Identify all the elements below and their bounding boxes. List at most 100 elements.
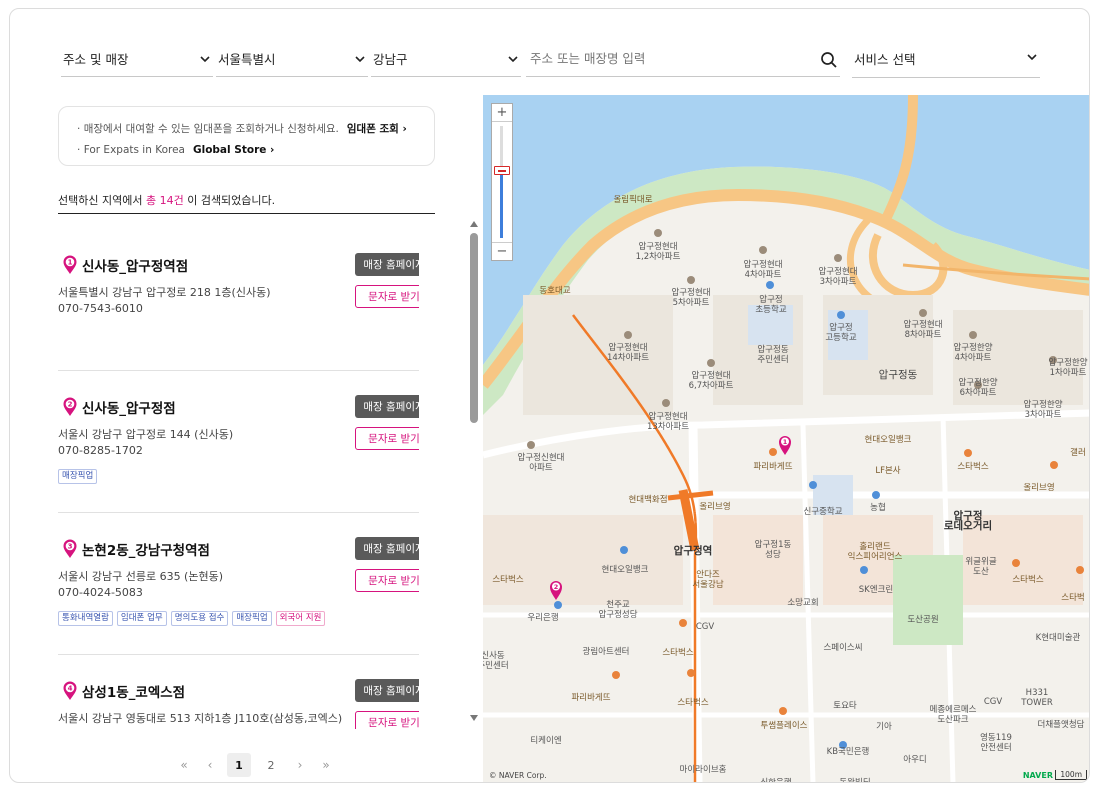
store-map[interactable]: 1 2 올림픽대로 압구정현대 1,2차아파트 압구정현대 4차아파트 압구정현…	[483, 95, 1089, 783]
store-homepage-button[interactable]: 매장 홈페이지	[355, 395, 419, 418]
map-pin-icon: 4	[63, 681, 77, 700]
city-select-value: 서울특별시	[218, 52, 276, 67]
notice-box: · 매장에서 대여할 수 있는 임대폰을 조회하거나 신청하세요. 임대폰 조회…	[58, 106, 435, 166]
district-select-value: 강남구	[373, 52, 408, 67]
map-label: 메종에르메스 도산파크	[929, 705, 977, 725]
last-page-button[interactable]: »	[317, 758, 335, 772]
store-item[interactable]: 2 신사동_압구정점 서울시 강남구 압구정로 144 (신사동) 070-82…	[58, 371, 419, 513]
type-select-value: 주소 및 매장	[63, 52, 129, 67]
search-icon[interactable]	[820, 51, 838, 69]
store-item[interactable]: 1 신사동_압구정역점 서울특별시 강남구 압구정로 218 1층(신사동) 0…	[58, 229, 419, 371]
map-label: 압구정동	[878, 369, 918, 381]
map-label: 기아	[876, 722, 892, 732]
first-page-button[interactable]: «	[175, 758, 193, 772]
store-item[interactable]: 3 논현2동_강남구청역점 서울시 강남구 선릉로 635 (논현동) 070-…	[58, 513, 419, 655]
zoom-slider-track[interactable]	[500, 126, 503, 238]
send-sms-button[interactable]: 문자로 받기	[355, 711, 419, 729]
map-label: 동호대교	[539, 286, 571, 296]
zoom-out-button[interactable]: −	[492, 242, 512, 260]
map-label: 도산공원	[907, 615, 939, 625]
map-label: 압구정1동 성당	[754, 540, 792, 560]
map-label: 신한은행	[760, 778, 792, 783]
map-label: 현대백화점	[628, 495, 668, 505]
map-label: 아우디	[903, 755, 927, 765]
map-label: 올리브영	[699, 502, 731, 512]
city-select[interactable]: 서울특별시	[216, 41, 368, 77]
global-store-link[interactable]: Global Store ›	[193, 140, 274, 161]
service-select[interactable]: 서비스 선택	[852, 39, 1040, 78]
map-copyright: © NAVER Corp.	[489, 771, 547, 780]
map-pin-icon: 3	[63, 539, 77, 558]
map-label: 압구정현대 4차아파트	[743, 260, 783, 280]
zoom-control: + −	[491, 103, 513, 261]
map-label: H331 TOWER	[1021, 688, 1053, 708]
scroll-down-arrow-icon[interactable]	[470, 715, 478, 721]
map-label: 압구정현대 5차아파트	[671, 288, 711, 308]
map-label: 갤러	[1070, 448, 1086, 458]
map-label: 위글위글 도산	[965, 557, 997, 577]
zoom-in-button[interactable]: +	[492, 104, 512, 122]
service-tag: 통화내역열람	[58, 611, 113, 626]
map-label: 압구정신현대 아파트	[517, 453, 565, 473]
result-suffix: 이 검색되었습니다.	[187, 194, 276, 207]
result-prefix: 선택하신 지역에서	[58, 194, 143, 207]
zoom-slider-fill	[500, 166, 503, 238]
map-label: 스타벅스	[662, 648, 694, 658]
store-name[interactable]: 신사동_압구정점	[82, 397, 176, 417]
store-name[interactable]: 신사동_압구정역점	[82, 255, 188, 275]
search-input[interactable]	[526, 51, 796, 66]
apartment-block	[523, 295, 673, 415]
page-button-2[interactable]: 2	[259, 753, 283, 777]
map-label: 동왕빌딩	[839, 778, 871, 783]
map-label: 스타벅스	[1012, 575, 1044, 585]
pagination: « ‹ 1 2 › »	[175, 753, 335, 777]
store-marker-1[interactable]: 1	[779, 436, 791, 455]
pin-number: 1	[68, 259, 73, 267]
store-homepage-button[interactable]: 매장 홈페이지	[355, 253, 419, 276]
map-label: 압구정 초등학교	[755, 295, 787, 315]
map-label: 홀리랜드 익스피어리언스	[847, 542, 903, 562]
send-sms-button[interactable]: 문자로 받기	[355, 285, 419, 308]
map-label: 스페이스씨	[823, 643, 863, 653]
district-select[interactable]: 강남구	[371, 41, 521, 77]
list-scrollbar[interactable]	[470, 221, 478, 721]
map-label: 압구정현대 13차아파트	[646, 412, 690, 432]
map-label: KB국민은행	[826, 747, 870, 757]
store-item[interactable]: 4 삼성1동_코엑스점 서울시 강남구 영동대로 513 지하1층 J110호(…	[58, 655, 419, 729]
notice-rental-text: 매장에서 대여할 수 있는 임대폰을 조회하거나 신청하세요.	[83, 123, 339, 135]
service-tag: 임대폰 업무	[116, 611, 167, 626]
map-label: 압구정현대 3차아파트	[818, 267, 858, 287]
send-sms-button[interactable]: 문자로 받기	[355, 569, 419, 592]
send-sms-button[interactable]: 문자로 받기	[355, 427, 419, 450]
prev-page-button[interactable]: ‹	[201, 758, 219, 772]
scroll-up-arrow-icon[interactable]	[470, 221, 478, 227]
rental-phone-link[interactable]: 임대폰 조회 ›	[347, 119, 407, 140]
map-label: CGV	[983, 697, 1003, 707]
next-page-button[interactable]: ›	[291, 758, 309, 772]
map-label: 마이라이브홈	[679, 765, 727, 775]
type-select[interactable]: 주소 및 매장	[61, 41, 213, 77]
map-label: 스타벅스	[492, 575, 524, 585]
map-label: 현대오일뱅크	[864, 435, 912, 445]
store-homepage-button[interactable]: 매장 홈페이지	[355, 537, 419, 560]
notice-expat-text: For Expats in Korea	[83, 144, 185, 156]
store-homepage-button[interactable]: 매장 홈페이지	[355, 679, 419, 702]
map-label: 압구정한양 1차아파트	[1048, 358, 1088, 378]
map-label: SK엔크린	[858, 585, 894, 595]
store-name[interactable]: 삼성1동_코엑스점	[82, 681, 185, 701]
page-button-1[interactable]: 1	[227, 753, 251, 777]
bullet: ·	[77, 144, 84, 156]
store-marker-number: 1	[783, 438, 788, 446]
map-label: 압구정역	[673, 545, 713, 557]
map-label: 압구정현대 8차아파트	[903, 320, 943, 340]
pin-number: 4	[68, 685, 73, 693]
global-store-link-label: Global Store	[192, 144, 267, 156]
zoom-slider-handle[interactable]	[494, 166, 510, 175]
service-tag: 명의도용 접수	[170, 611, 229, 626]
pin-number: 2	[68, 401, 73, 409]
scroll-thumb[interactable]	[470, 233, 478, 423]
map-label: CGV	[695, 622, 715, 632]
store-name[interactable]: 논현2동_강남구청역점	[82, 539, 210, 559]
map-label: 우리은행	[527, 613, 559, 623]
map-label: 스타벅스	[957, 462, 989, 472]
